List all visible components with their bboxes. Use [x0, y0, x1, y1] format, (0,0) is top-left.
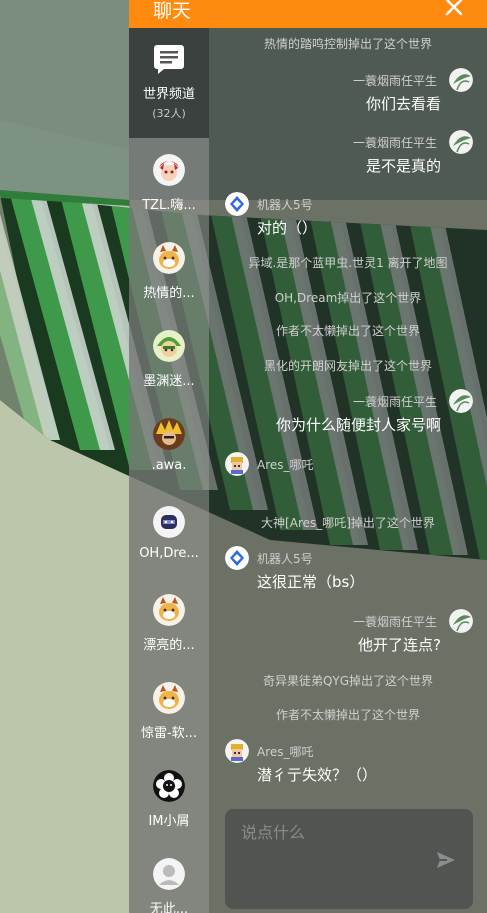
contact-name: 墨渊迷...	[143, 374, 195, 389]
contact-name: IM小屑	[148, 814, 190, 829]
send-button[interactable]	[435, 849, 457, 871]
contact-name: OH,Dre...	[139, 546, 199, 561]
sender-name: 一蓑烟雨任平生	[352, 395, 437, 409]
message-input[interactable]	[225, 809, 435, 909]
close-button[interactable]	[441, 0, 467, 20]
chat-title: 聊天	[153, 0, 192, 22]
chat-header: 聊天	[129, 0, 487, 28]
leaf-avatar-icon[interactable]	[449, 68, 473, 92]
contact-item[interactable]: 墨渊迷...	[129, 314, 209, 402]
contact-item[interactable]: 无此...	[129, 842, 209, 913]
leaf-avatar-icon[interactable]	[449, 130, 473, 154]
system-message: 异域.是那个蓝甲虫.世灵1 离开了地图	[248, 256, 448, 270]
contact-name: 漂亮的...	[143, 638, 195, 653]
contact-item[interactable]: TZL.嗨...	[129, 138, 209, 226]
helmet-avatar-icon	[153, 506, 185, 538]
sender-name: Ares_哪吒	[257, 458, 314, 472]
sender-name: 机器人5号	[257, 552, 313, 566]
message-text: 你们去看看	[365, 95, 441, 113]
sender-name: 一蓑烟雨任平生	[352, 74, 437, 88]
system-message: 作者不太懒掉出了这个世界	[275, 708, 420, 722]
contact-item[interactable]: 热情的...	[129, 226, 209, 314]
contact-name: 惊雷-软...	[140, 726, 198, 741]
contact-item[interactable]: OH,Dre...	[129, 490, 209, 578]
message-text: 潜彳亍失效？（）	[257, 766, 378, 784]
robot-avatar-icon[interactable]	[225, 546, 249, 570]
contact-name: 热情的...	[143, 286, 195, 301]
contact-list: TZL.嗨... 热情的... 墨渊迷... .awa. OH,Dre... 漂…	[129, 138, 209, 913]
message-text: 是不是真的	[365, 157, 441, 175]
cat-avatar-icon	[153, 682, 185, 714]
spiky-hair-avatar-icon	[153, 418, 185, 450]
message-list: 热情的踏鸣控制掉出了这个世界 一蓑烟雨任平生 你们去看看 一蓑烟雨任平生 是不是…	[209, 28, 487, 803]
system-message: OH,Dream掉出了这个世界	[274, 291, 422, 305]
flower-avatar-icon	[153, 770, 185, 802]
contact-item[interactable]: 漂亮的...	[129, 578, 209, 666]
cat-avatar-icon	[153, 594, 185, 626]
sender-name: Ares_哪吒	[257, 745, 314, 759]
message-text: 你为什么随便封人家号啊	[275, 416, 441, 434]
world-channel-count: (32人)	[152, 107, 186, 120]
contact-item[interactable]: 惊雷-软...	[129, 666, 209, 754]
robot-avatar-icon[interactable]	[225, 192, 249, 216]
system-message: 大神[Ares_哪吒]掉出了这个世界	[261, 516, 435, 530]
contact-name: 无此...	[149, 902, 189, 913]
contact-name: TZL.嗨...	[142, 198, 196, 213]
pixel-avatar-icon[interactable]	[225, 739, 249, 763]
world-channel-item[interactable]: 世界频道 (32人)	[129, 28, 209, 138]
sender-name: 机器人5号	[257, 198, 313, 212]
anime-avatar-icon	[153, 154, 185, 186]
system-message: 热情的踏鸣控制掉出了这个世界	[263, 37, 432, 51]
sender-name: 一蓑烟雨任平生	[352, 615, 437, 629]
leaf-avatar-icon[interactable]	[449, 389, 473, 413]
send-icon	[437, 852, 455, 868]
close-icon	[445, 0, 463, 16]
system-message: 黑化的开朗网友掉出了这个世界	[263, 359, 432, 373]
contact-item[interactable]: .awa.	[129, 402, 209, 490]
chat-bubble-icon	[154, 45, 184, 74]
sender-name: 一蓑烟雨任平生	[352, 136, 437, 150]
cat-avatar-icon	[153, 242, 185, 274]
pixel-avatar-icon[interactable]	[225, 452, 249, 476]
contact-name: .awa.	[151, 458, 187, 473]
contact-item[interactable]: IM小屑	[129, 754, 209, 842]
system-message: 作者不太懒掉出了这个世界	[275, 324, 420, 338]
system-message: 奇异果徒弟QYG掉出了这个世界	[262, 674, 434, 688]
message-text: 这很正常（bs）	[257, 573, 365, 591]
default-avatar-icon	[153, 858, 185, 890]
chat-panel: 聊天 世界频道 (32人) TZL.嗨... 热情的... 墨渊迷... .aw…	[129, 0, 487, 913]
leaf-avatar-icon[interactable]	[449, 609, 473, 633]
chat-sidebar: 世界频道 (32人) TZL.嗨... 热情的... 墨渊迷... .awa. …	[129, 28, 209, 913]
message-text: 对的（）	[257, 219, 318, 237]
green-hero-avatar-icon	[153, 330, 185, 362]
world-channel-name: 世界频道	[142, 87, 195, 102]
message-text: 他开了连点?	[358, 636, 441, 654]
message-composer	[225, 809, 473, 909]
